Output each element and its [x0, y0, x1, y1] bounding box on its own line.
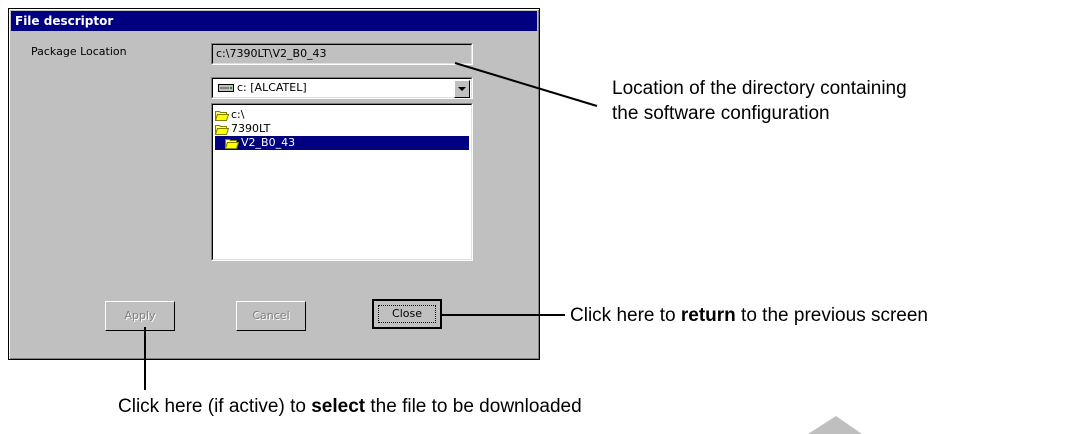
location-annotation: Location of the directory containing the…: [612, 78, 907, 124]
callout-lines: [144, 62, 862, 434]
apply-annotation: Click here (if active) to select the fil…: [118, 396, 582, 417]
close-annotation: Click here to return to the previous scr…: [570, 305, 928, 326]
